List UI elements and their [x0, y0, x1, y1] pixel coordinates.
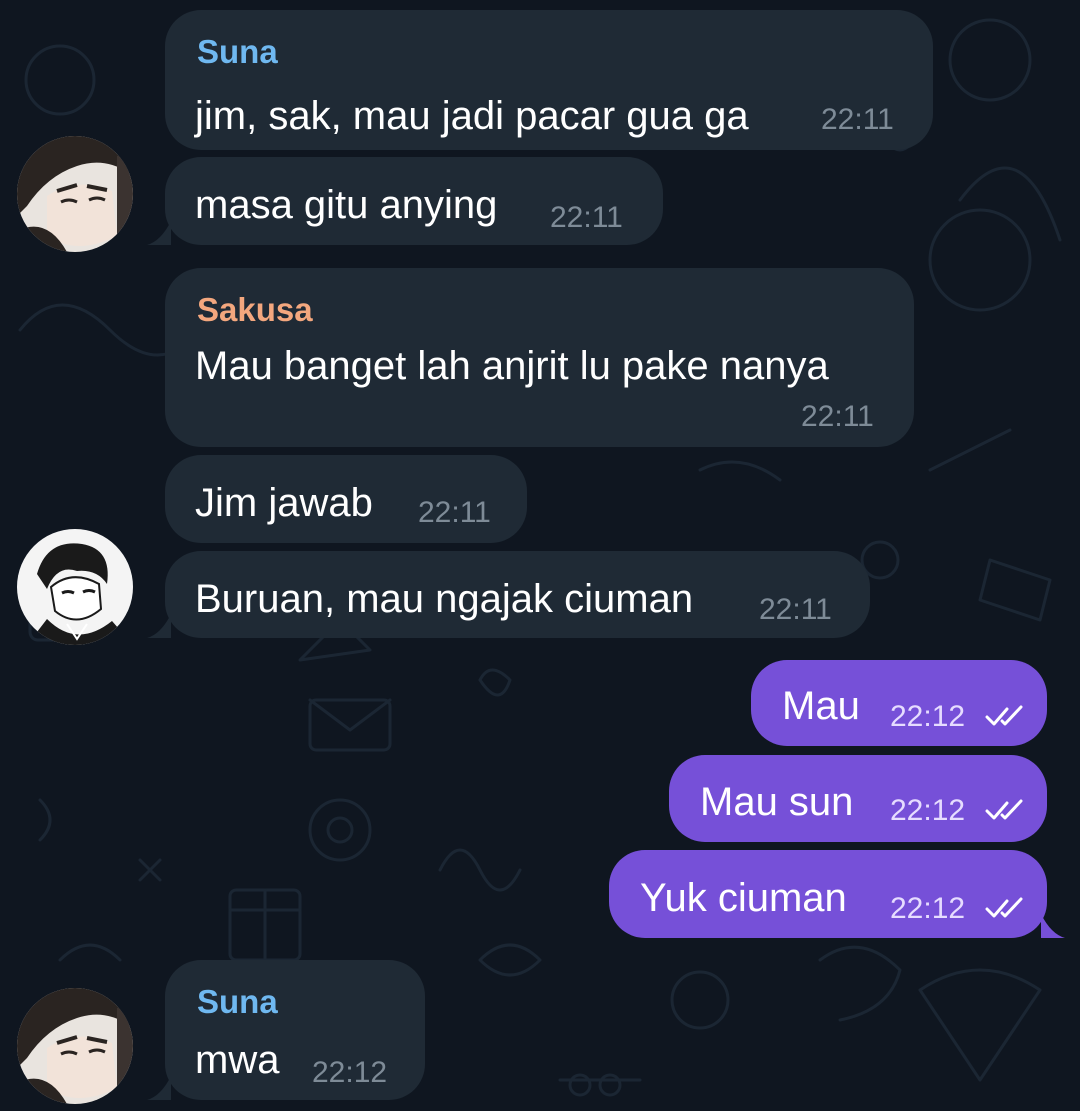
message-text: jim, sak, mau jadi pacar gua ga [195, 94, 749, 138]
message-text: Jim jawab [195, 481, 373, 525]
double-check-icon [985, 897, 1023, 918]
avatar-sakusa[interactable] [17, 529, 133, 645]
message-text: Buruan, mau ngajak ciuman [195, 577, 694, 621]
message-bubble-9[interactable]: Suna mwa 22:12 [165, 960, 425, 1100]
message-time: 22:12 [890, 794, 966, 827]
message-text: masa gitu anying [195, 183, 498, 227]
double-check-icon [985, 799, 1023, 820]
message-bubble-7[interactable]: Mau sun 22:12 [669, 755, 1047, 842]
message-time: 22:11 [821, 103, 894, 136]
message-bubble-6[interactable]: Mau 22:12 [751, 660, 1047, 746]
message-text: Mau sun [700, 780, 854, 824]
double-check-icon [985, 705, 1023, 726]
sender-name: Suna [197, 983, 278, 1020]
message-bubble-3[interactable]: Sakusa Mau banget lah anjrit lu pake nan… [165, 268, 914, 447]
message-text: mwa [195, 1038, 280, 1082]
message-time: 22:11 [759, 593, 832, 626]
bubble-tail [147, 1076, 171, 1100]
sender-name: Sakusa [197, 291, 313, 328]
message-bubble-1[interactable]: Suna jim, sak, mau jadi pacar gua ga 22:… [165, 10, 933, 150]
message-bubble-4[interactable]: Jim jawab 22:11 [165, 455, 527, 543]
bubble-tail [147, 614, 171, 638]
message-time: 22:12 [890, 700, 966, 733]
message-text: Mau [782, 684, 860, 728]
bubble-tail [147, 221, 171, 245]
message-text: Mau banget lah anjrit lu pake nanya [195, 344, 829, 388]
sender-name: Suna [197, 33, 278, 70]
avatar-suna[interactable] [17, 136, 133, 252]
message-time: 22:11 [418, 496, 491, 529]
message-time: 22:11 [801, 400, 874, 433]
message-bubble-8[interactable]: Yuk ciuman 22:12 [609, 850, 1047, 938]
message-time: 22:11 [550, 201, 623, 234]
avatar-suna[interactable] [17, 988, 133, 1104]
message-bubble-2[interactable]: masa gitu anying 22:11 [165, 157, 663, 245]
message-time: 22:12 [312, 1056, 388, 1089]
bubble-tail [1041, 914, 1065, 938]
message-bubble-5[interactable]: Buruan, mau ngajak ciuman 22:11 [165, 551, 870, 638]
message-text: Yuk ciuman [640, 876, 847, 920]
message-time: 22:12 [890, 892, 966, 925]
